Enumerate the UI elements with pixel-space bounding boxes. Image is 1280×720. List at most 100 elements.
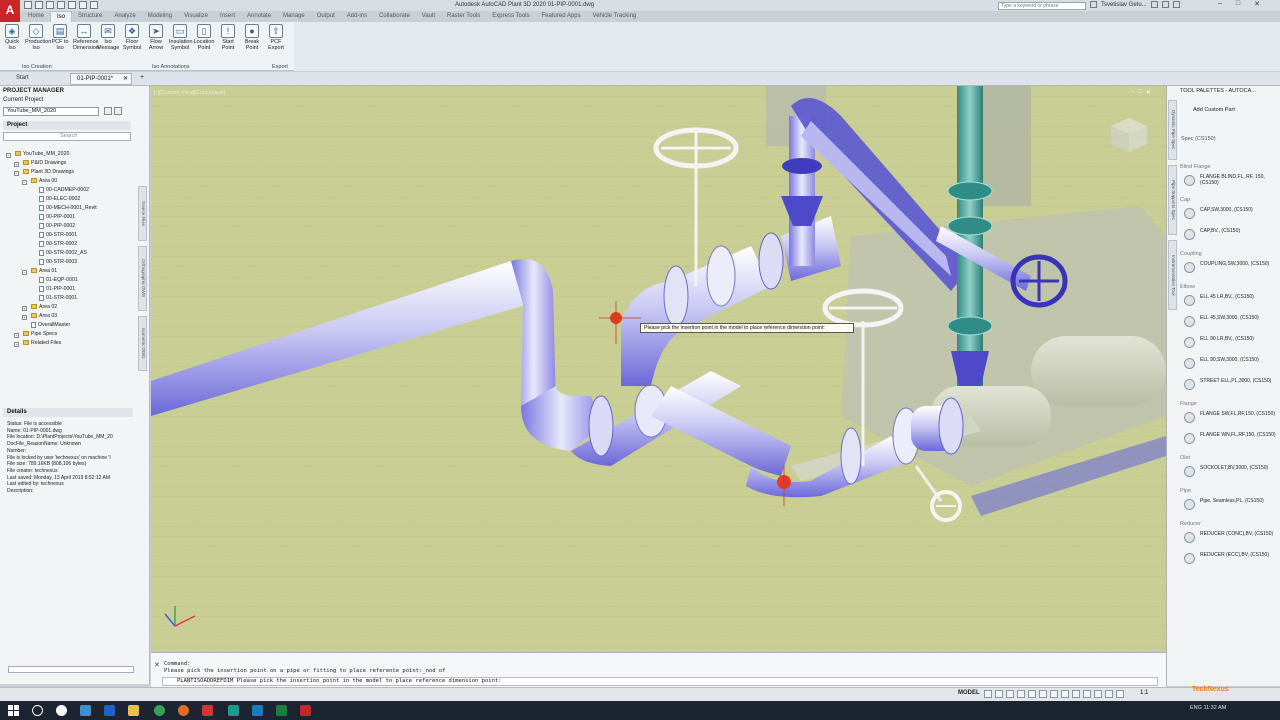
break-point-button[interactable]: ● Break Point [241, 24, 263, 51]
expand-icon[interactable]: + [14, 162, 19, 167]
palette-item[interactable]: SOCKOLET,BV,3000, (CS150) [1180, 463, 1280, 484]
quick-iso-button[interactable]: ◈ Quick Iso [1, 24, 23, 51]
floor-symbol-button[interactable]: ❖ Floor Symbol [121, 24, 143, 51]
model-space-toggle[interactable]: MODEL [958, 690, 980, 696]
viewport-close-button[interactable]: ✕ [1146, 89, 1151, 96]
palette-item[interactable]: COUPLING,SW,3000, (CS150) [1180, 259, 1280, 280]
tree-item[interactable]: − YouTube_MM_2020 [6, 150, 134, 159]
tree-item[interactable]: 00-CADMEP-0002 [6, 186, 134, 195]
ribbon-panel-iso-annotations[interactable]: Iso Annotations [152, 64, 190, 70]
autocad-icon[interactable] [300, 705, 311, 716]
grid-icon[interactable] [984, 690, 992, 698]
palette-item[interactable]: REDUCER (ECC),BV, (CS150) [1180, 550, 1280, 571]
tree-item[interactable]: 01-STR-0001 [6, 294, 134, 303]
palette-item[interactable]: CAP,BV., (CS150) [1180, 226, 1280, 247]
tab-visualize[interactable]: Visualize [178, 11, 214, 22]
close-icon[interactable]: ✕ [123, 75, 128, 82]
collapse-icon[interactable]: − [22, 270, 27, 275]
cart-icon[interactable] [1150, 1, 1158, 8]
location-point-button[interactable]: ▯ Location Point [193, 24, 215, 51]
tree-item[interactable]: + Pipe Specs [6, 330, 134, 339]
side-tab-orthographic[interactable]: Orthographic DWG [138, 246, 147, 311]
tree-item[interactable]: 00-STR-0003 [6, 258, 134, 267]
tab-raster-tools[interactable]: Raster Tools [441, 11, 486, 22]
project-open-icon[interactable] [114, 107, 122, 115]
help-icon[interactable] [1172, 1, 1180, 8]
app-icon[interactable] [252, 705, 263, 716]
viewport-maximize-button[interactable]: □ [1138, 89, 1142, 96]
edge-browser-icon[interactable] [80, 705, 91, 716]
expand-icon[interactable]: + [14, 333, 19, 338]
search-icon[interactable] [32, 705, 43, 716]
palette-tab-instrumentation[interactable]: Instrumentation Tool [1168, 240, 1177, 310]
tab-modeling[interactable]: Modeling [142, 11, 178, 22]
exchange-icon[interactable] [1161, 1, 1169, 8]
tab-annotate[interactable]: Annotate [241, 11, 277, 22]
application-menu-button[interactable]: A [0, 0, 20, 22]
excel-icon[interactable] [276, 705, 287, 716]
tab-vault[interactable]: Vault [416, 11, 441, 22]
outlook-icon[interactable] [104, 705, 115, 716]
tree-item[interactable]: 00-MECH-0001_Revit [6, 204, 134, 213]
redo-icon[interactable] [90, 1, 98, 9]
palette-item[interactable]: REDUCER (CONC),BV, (CS150) [1180, 529, 1280, 550]
production-iso-button[interactable]: ◇ Production Iso [25, 24, 51, 51]
tree-item[interactable]: 01-EQP-0001 [6, 276, 134, 285]
ortho-icon[interactable] [1006, 690, 1014, 698]
lineweight-icon[interactable] [1050, 690, 1058, 698]
tree-item[interactable]: 01-PIP-0001 [6, 285, 134, 294]
annotation-scale[interactable]: 1:1 [1140, 690, 1148, 696]
palette-item[interactable]: STREET ELL,PL,3000, (CS150) [1180, 376, 1280, 397]
save-icon[interactable] [46, 1, 54, 9]
tab-start[interactable]: Start [16, 75, 29, 81]
tab-manage[interactable]: Manage [277, 11, 311, 22]
pcf-export-button[interactable]: ⇧ PCF Export [265, 24, 287, 51]
expand-icon[interactable]: + [22, 315, 27, 320]
file-explorer-icon[interactable] [128, 705, 139, 716]
tree-item[interactable]: + Area 03 [6, 312, 134, 321]
tab-home[interactable]: Home [22, 11, 50, 22]
maximize-button[interactable]: □ [1236, 0, 1240, 8]
project-search-input[interactable]: Search [3, 132, 131, 141]
collapse-icon[interactable]: − [22, 180, 27, 185]
tree-item[interactable]: − Area 00 [6, 177, 134, 186]
collapse-icon[interactable]: − [6, 153, 11, 158]
tab-structure[interactable]: Structure [72, 11, 108, 22]
tab-add-ins[interactable]: Add-ins [341, 11, 373, 22]
task-view-icon[interactable] [56, 705, 67, 716]
tab-output[interactable]: Output [311, 11, 341, 22]
tree-item[interactable]: − Plant 3D Drawings [6, 168, 134, 177]
expand-icon[interactable]: + [22, 306, 27, 311]
tab-insert[interactable]: Insert [214, 11, 241, 22]
tree-item[interactable]: 00-STR-0002_AS [6, 249, 134, 258]
current-project-select[interactable]: YouTube_MM_2020 [3, 107, 99, 116]
side-tab-isometric[interactable]: Isometric DWG [138, 316, 147, 371]
reference-dimension-button[interactable]: ↔ Reference Dimension [73, 24, 99, 51]
user-name[interactable]: Tsvetislav Getu... [1101, 2, 1147, 8]
otrack-icon[interactable] [1039, 690, 1047, 698]
chrome-icon[interactable] [154, 705, 165, 716]
viewport-label[interactable]: [-][Custom View][Conceptual] [154, 90, 225, 96]
windows-start-icon[interactable] [8, 705, 19, 716]
workspace-icon[interactable] [1116, 690, 1124, 698]
app-icon[interactable] [202, 705, 213, 716]
ribbon-panel-iso-creation[interactable]: Iso Creation [22, 64, 52, 70]
new-tab-button[interactable]: + [140, 74, 144, 81]
tree-item[interactable]: + Related Files [6, 339, 134, 348]
osnap-icon[interactable] [1028, 690, 1036, 698]
dynamic-ucs-icon[interactable] [1094, 690, 1102, 698]
tree-item[interactable]: 00-PIP-0001 [6, 213, 134, 222]
palette-item[interactable]: ELL 45 LR,BV,, (CS150) [1180, 292, 1280, 313]
palette-item[interactable]: ELL 45,SW,3000, (CS150) [1180, 313, 1280, 334]
pcf-to-iso-button[interactable]: ▤ PCF to Iso [49, 24, 71, 51]
minimize-button[interactable]: – [1218, 0, 1222, 8]
firefox-icon[interactable] [178, 705, 189, 716]
side-tab-source-files[interactable]: Source Files [138, 186, 147, 241]
palette-item[interactable]: FLANGE BLIND,FL, RF, 150, (CS150) [1180, 172, 1280, 193]
tab-iso[interactable]: Iso [50, 11, 73, 22]
palette-item[interactable]: FLANGE SW,FL,RF,150, (CS150) [1180, 409, 1280, 430]
tree-item[interactable]: OverallMaster [6, 321, 134, 330]
iso-message-button[interactable]: ✉ Iso Message [97, 24, 119, 51]
tree-item[interactable]: − Area 01 [6, 267, 134, 276]
palette-item[interactable]: Pipe, Seamless,PL, (CS150) [1180, 496, 1280, 517]
